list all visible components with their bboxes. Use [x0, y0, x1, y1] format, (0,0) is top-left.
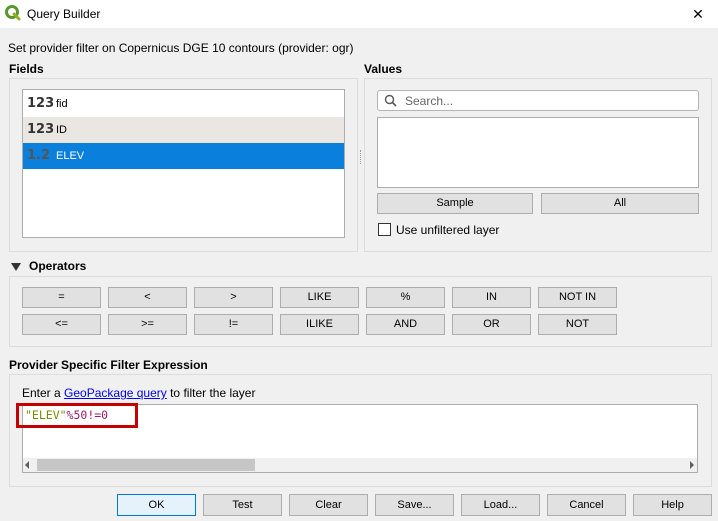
close-icon[interactable]: ✕ [688, 4, 708, 24]
op-greater-equal-button[interactable]: >= [108, 314, 187, 335]
field-item-fid[interactable]: 123 fid [23, 91, 344, 117]
values-list[interactable] [377, 117, 699, 188]
field-name: fid [56, 98, 68, 110]
layer-description: Set provider filter on Copernicus DGE 10… [8, 41, 354, 55]
field-name: ELEV [56, 150, 85, 162]
op-percent-button[interactable]: % [366, 287, 445, 308]
filter-hint-suffix: to filter the layer [166, 386, 256, 400]
save-button[interactable]: Save... [375, 494, 454, 516]
load-button[interactable]: Load... [461, 494, 540, 516]
scroll-right-arrow-icon[interactable] [690, 461, 694, 469]
op-not-equal-button[interactable]: != [194, 314, 273, 335]
ok-button[interactable]: OK [117, 494, 196, 516]
geopackage-query-link[interactable]: GeoPackage query [64, 386, 167, 400]
all-button[interactable]: All [541, 193, 699, 214]
scroll-left-arrow-icon[interactable] [25, 461, 29, 469]
qgis-logo-icon [5, 5, 21, 21]
values-group-label: Values [364, 62, 403, 76]
filter-hint-prefix: Enter a [22, 386, 65, 400]
operators-group-label: Operators [29, 259, 87, 273]
clear-button[interactable]: Clear [289, 494, 368, 516]
fields-group-label: Fields [9, 62, 44, 76]
op-ilike-button[interactable]: ILIKE [280, 314, 359, 335]
use-unfiltered-label: Use unfiltered layer [396, 223, 500, 237]
collapse-triangle-icon[interactable] [10, 262, 22, 272]
scrollbar-thumb[interactable] [37, 459, 255, 471]
search-placeholder: Search... [405, 94, 454, 108]
op-in-button[interactable]: IN [452, 287, 531, 308]
test-button[interactable]: Test [203, 494, 282, 516]
filter-hint: Enter a GeoPackage query to filter the l… [22, 386, 255, 400]
op-like-button[interactable]: LIKE [280, 287, 359, 308]
op-less-than-button[interactable]: < [108, 287, 187, 308]
op-not-button[interactable]: NOT [538, 314, 617, 335]
integer-type-icon: 123 [27, 96, 55, 111]
highlight-annotation-box [16, 403, 138, 428]
fields-list[interactable]: 123 fid 123 ID 1.2 ELEV [22, 89, 345, 238]
cancel-button[interactable]: Cancel [547, 494, 626, 516]
op-equals-button[interactable]: = [22, 287, 101, 308]
window-title: Query Builder [27, 7, 101, 21]
op-and-button[interactable]: AND [366, 314, 445, 335]
field-item-elev[interactable]: 1.2 ELEV [23, 143, 344, 169]
title-bar [0, 0, 718, 28]
use-unfiltered-checkbox[interactable] [378, 223, 391, 236]
sample-button[interactable]: Sample [377, 193, 533, 214]
op-greater-than-button[interactable]: > [194, 287, 273, 308]
op-less-equal-button[interactable]: <= [22, 314, 101, 335]
values-search-input[interactable]: Search... [377, 90, 699, 111]
integer-type-icon: 123 [27, 122, 55, 137]
filter-group-label: Provider Specific Filter Expression [9, 358, 208, 372]
field-item-id[interactable]: 123 ID [23, 117, 344, 143]
decimal-type-icon: 1.2 [27, 148, 51, 163]
op-or-button[interactable]: OR [452, 314, 531, 335]
op-not-in-button[interactable]: NOT IN [538, 287, 617, 308]
search-icon [384, 94, 397, 107]
splitter-handle[interactable] [360, 150, 363, 164]
field-name: ID [56, 124, 67, 136]
help-button[interactable]: Help [633, 494, 712, 516]
